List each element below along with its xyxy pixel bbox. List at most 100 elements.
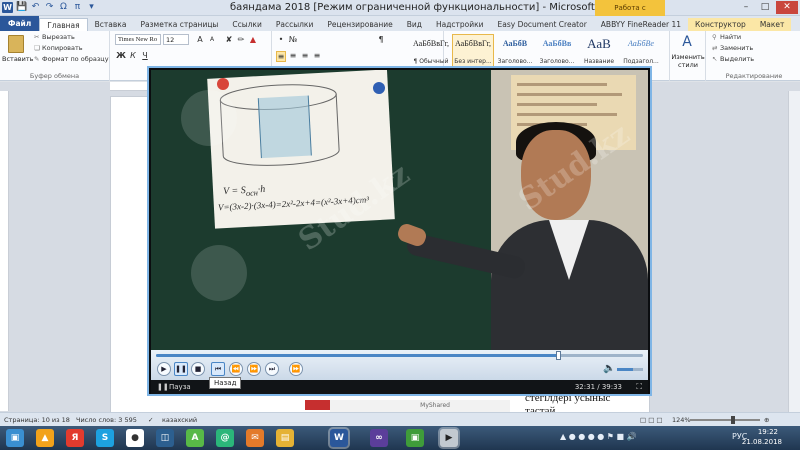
tab-references[interactable]: Ссылки: [225, 18, 268, 31]
stop-button[interactable]: ■: [191, 362, 205, 376]
shrink-font-button[interactable]: A: [207, 36, 217, 43]
view-buttons-icon[interactable]: □ □ □: [640, 416, 663, 424]
font-name-combobox[interactable]: Times New Ro: [115, 34, 161, 45]
video-frame[interactable]: V = Sосн·h V=(3x-2)·(3x-4)=2x²-2x+4=(x²-…: [151, 70, 648, 350]
zoom-thumb[interactable]: [731, 416, 736, 424]
tab-view[interactable]: Вид: [400, 18, 429, 31]
underline-button[interactable]: Ч: [140, 51, 150, 60]
select-button[interactable]: ↖ Выделить: [712, 55, 754, 63]
seek-thumb[interactable]: [556, 351, 562, 360]
clock-time[interactable]: 19:22: [758, 428, 778, 436]
tab-mailings[interactable]: Рассылки: [269, 18, 321, 31]
fullscreen-icon[interactable]: ⛶: [636, 382, 642, 392]
omega-icon[interactable]: Ω: [58, 2, 69, 13]
tab-table-design[interactable]: Конструктор: [688, 18, 753, 31]
close-button[interactable]: ✕: [776, 1, 798, 14]
change-styles-button[interactable]: Изменить стили: [670, 53, 706, 69]
seek-bar[interactable]: [156, 351, 643, 360]
next-button[interactable]: ⏭: [265, 362, 279, 376]
monitor-icon[interactable]: ◫: [156, 429, 174, 447]
zoom-slider[interactable]: [690, 416, 760, 424]
tab-insert[interactable]: Вставка: [88, 18, 134, 31]
tab-review[interactable]: Рецензирование: [320, 18, 399, 31]
clock-date[interactable]: 21.08.2018: [742, 438, 782, 446]
pi-icon[interactable]: π: [72, 2, 83, 13]
page-counter[interactable]: Страница: 10 из 18: [4, 416, 70, 424]
tab-page-layout[interactable]: Разметка страницы: [133, 18, 225, 31]
language-indicator[interactable]: казахский: [162, 416, 197, 424]
style-heading-1[interactable]: АаБбВ Заголово...: [494, 34, 536, 68]
align-left-icon[interactable]: ≡: [276, 51, 286, 62]
change-styles-icon[interactable]: A: [682, 34, 692, 50]
visual-studio-icon[interactable]: ∞: [370, 429, 388, 447]
zoom-level[interactable]: 124%: [672, 416, 691, 424]
app-warning-icon[interactable]: ▲: [36, 429, 54, 447]
tab-abbyy[interactable]: ABBYY FineReader 11: [594, 18, 688, 31]
align-center-icon[interactable]: ≡: [288, 51, 298, 60]
at-sign-icon[interactable]: @: [216, 429, 234, 447]
spellcheck-icon[interactable]: ✓: [148, 416, 153, 424]
tab-file[interactable]: Файл: [0, 16, 40, 31]
app-circle-icon[interactable]: ●: [126, 429, 144, 447]
play-button[interactable]: ▶: [157, 362, 171, 376]
tab-easy-document-creator[interactable]: Easy Document Creator: [491, 18, 594, 31]
minimize-button[interactable]: –: [738, 1, 754, 14]
media-player-taskbar-icon[interactable]: ▶: [440, 429, 458, 447]
word-count[interactable]: Число слов: 3 595: [76, 416, 137, 424]
save-icon[interactable]: 💾: [16, 2, 27, 13]
copy-button[interactable]: ❏ Копировать: [34, 44, 83, 52]
vertical-scrollbar[interactable]: [788, 91, 800, 412]
justify-icon[interactable]: ≡: [312, 51, 322, 60]
tab-home[interactable]: Главная: [39, 18, 88, 31]
numbering-icon[interactable]: №: [288, 35, 298, 44]
format-painter-button[interactable]: ✎ Формат по образцу: [34, 55, 109, 63]
font-color-icon[interactable]: ▲: [248, 35, 258, 44]
volume-icon[interactable]: 🔈: [603, 363, 615, 374]
folder-icon[interactable]: ▤: [276, 429, 294, 447]
maximize-button[interactable]: □: [757, 1, 773, 14]
grow-font-button[interactable]: A: [195, 35, 205, 44]
select-label: Выделить: [720, 55, 755, 63]
rewind-button[interactable]: ⏪: [229, 362, 243, 376]
undo-icon[interactable]: ↶: [30, 2, 41, 13]
style-subtitle[interactable]: АаБбВе Подзагол...: [620, 34, 662, 68]
style-sample: АаВ: [587, 36, 611, 51]
find-button[interactable]: ⚲ Найти: [712, 33, 741, 41]
start-button[interactable]: ▣: [6, 429, 24, 447]
fast-forward-button[interactable]: ⏩: [247, 362, 261, 376]
vertical-ruler[interactable]: [0, 91, 9, 411]
customize-qat-icon[interactable]: ▾: [86, 2, 97, 13]
clear-format-icon[interactable]: ✘: [224, 35, 234, 44]
volume-slider[interactable]: [617, 368, 643, 371]
align-right-icon[interactable]: ≡: [300, 51, 310, 60]
zoom-in-icon[interactable]: ⊕: [764, 416, 769, 424]
tab-addins[interactable]: Надстройки: [429, 18, 491, 31]
previous-button[interactable]: ⏮: [211, 362, 225, 376]
bullets-icon[interactable]: •: [276, 35, 286, 44]
pause-button[interactable]: ❚❚: [174, 362, 188, 376]
highlight-icon[interactable]: ✏: [236, 35, 246, 44]
frame-step-button[interactable]: ⏩: [289, 362, 303, 376]
redo-icon[interactable]: ↷: [44, 2, 55, 13]
paste-icon[interactable]: [8, 35, 24, 53]
word-logo-icon[interactable]: W: [2, 2, 13, 13]
style-normal[interactable]: АаБбВвГг, ¶ Обычный: [410, 34, 452, 68]
italic-button[interactable]: К: [128, 51, 138, 60]
skype-icon[interactable]: S: [96, 429, 114, 447]
mail-icon[interactable]: ✉: [246, 429, 264, 447]
app-a-icon[interactable]: A: [186, 429, 204, 447]
style-title[interactable]: АаВ Название: [578, 34, 620, 68]
bold-button[interactable]: Ж: [116, 51, 126, 60]
style-no-spacing[interactable]: АаБбВвГг, Без интер...: [452, 34, 494, 68]
style-heading-2[interactable]: АаБбВв Заголово...: [536, 34, 578, 68]
font-size-combobox[interactable]: 12: [163, 34, 189, 45]
tray-icons[interactable]: ▲ ● ● ● ● ⚑ ■ 🔊: [560, 432, 637, 441]
paste-button[interactable]: Вставить: [2, 55, 33, 63]
replace-button[interactable]: ⇄ Заменить: [712, 44, 753, 52]
yandex-icon[interactable]: Я: [66, 429, 84, 447]
cut-button[interactable]: ✂ Вырезать: [34, 33, 75, 41]
pilcrow-icon[interactable]: ¶: [376, 35, 386, 44]
tab-table-layout[interactable]: Макет: [752, 18, 792, 31]
film-icon[interactable]: ▣: [406, 429, 424, 447]
word-taskbar-icon[interactable]: W: [330, 429, 348, 447]
